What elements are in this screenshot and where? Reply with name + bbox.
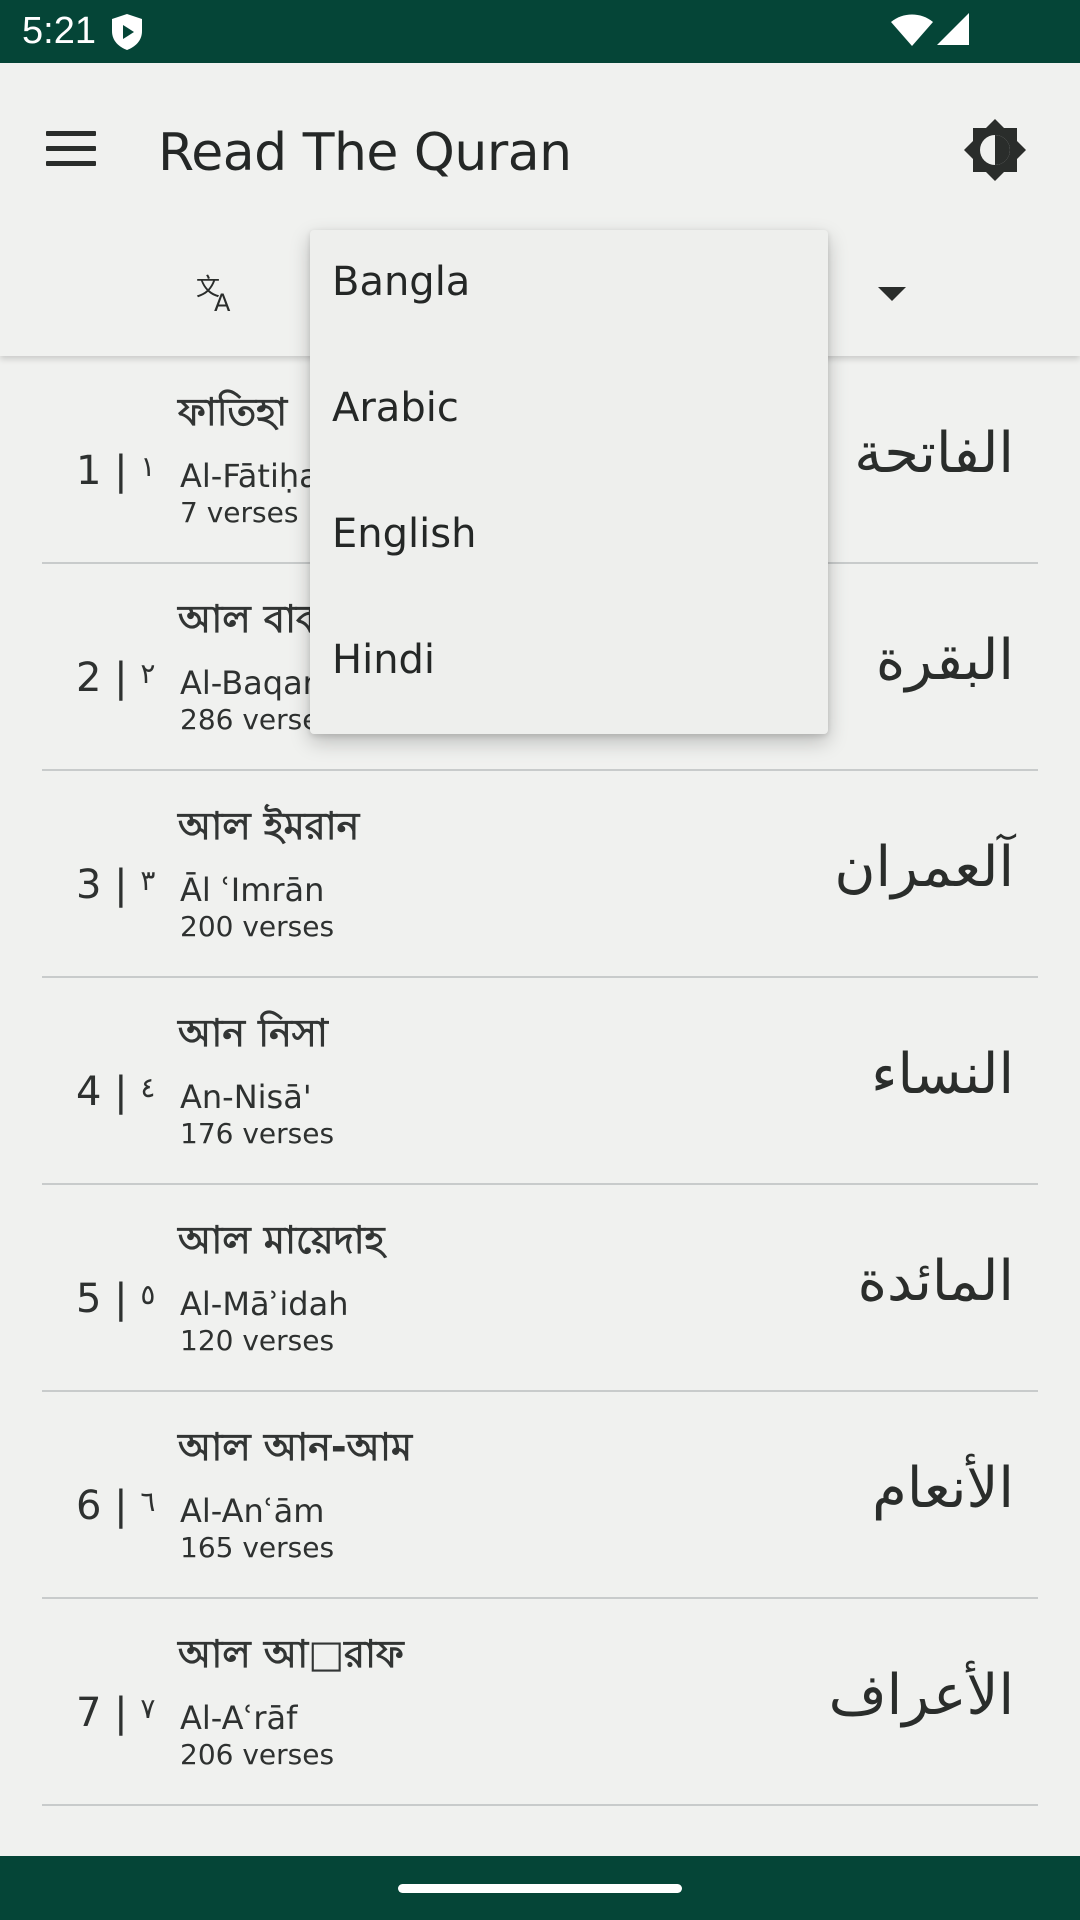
surah-number: 2 | ٢ — [76, 655, 156, 701]
surah-number: 7 | ٧ — [76, 1690, 156, 1736]
language-option-bangla[interactable]: Bangla — [332, 232, 802, 332]
surah-arabic-name: المائدة — [857, 1249, 1014, 1314]
surah-verse-count: 165 verses — [180, 1531, 335, 1564]
surah-number: 5 | ٥ — [76, 1276, 156, 1322]
surah-arabic-name: آلعمران — [834, 835, 1014, 900]
surah-arabic-name: الأنعام — [872, 1456, 1014, 1521]
surah-verse-count: 120 verses — [180, 1324, 335, 1357]
surah-arabic-name: البقرة — [875, 628, 1014, 693]
signal-icon — [937, 13, 969, 45]
navigation-bar — [0, 1856, 1080, 1920]
surah-bangla-name: আল মায়েদাহ — [178, 1218, 385, 1262]
surah-row[interactable]: 5 | ٥ আল মায়েদাহ Al-Māʾidah 120 verses … — [42, 1184, 1038, 1392]
status-time: 5:21 — [22, 10, 96, 52]
hamburger-menu-icon[interactable] — [46, 129, 98, 169]
surah-bangla-name: আল আন-আম — [178, 1425, 413, 1469]
page-title: Read The Quran — [158, 123, 572, 183]
svg-text:A: A — [214, 289, 231, 313]
surah-number: 4 | ٤ — [76, 1069, 156, 1115]
surah-transliteration: Āl ʿImrān — [180, 871, 325, 909]
surah-transliteration: Al-Māʾidah — [180, 1285, 349, 1323]
surah-number: 1 | ١ — [76, 448, 156, 494]
status-bar: 5:21 — [0, 0, 1080, 63]
dropdown-arrow-icon[interactable] — [878, 287, 906, 301]
language-option-english[interactable]: English — [332, 484, 802, 584]
surah-bangla-name: আল আ□রাফ — [178, 1632, 404, 1676]
surah-number: 3 | ٣ — [76, 862, 156, 908]
surah-verse-count: 206 verses — [180, 1738, 335, 1771]
wifi-icon — [891, 14, 933, 46]
surah-bangla-name: আন নিসা — [178, 1011, 328, 1055]
surah-bangla-name: ফাতিহা — [178, 390, 288, 434]
surah-number: 6 | ٦ — [76, 1483, 156, 1529]
language-option-hindi[interactable]: Hindi — [332, 610, 802, 710]
surah-verse-count: 176 verses — [180, 1117, 335, 1150]
surah-verse-count: 7 verses — [180, 496, 299, 529]
surah-row[interactable]: 3 | ٣ আল ইমরান Āl ʿImrān 200 verses آلعم… — [42, 770, 1038, 978]
home-gesture-handle[interactable] — [398, 1884, 682, 1893]
translate-icon[interactable]: 文 A — [196, 269, 240, 313]
shield-play-icon — [112, 14, 142, 50]
brightness-icon[interactable] — [960, 115, 1030, 185]
surah-verse-count: 200 verses — [180, 910, 335, 943]
surah-arabic-name: الأعراف — [828, 1663, 1014, 1728]
language-option-arabic[interactable]: Arabic — [332, 358, 802, 458]
surah-transliteration: An-Nisā' — [180, 1078, 312, 1116]
surah-bangla-name: আল ইমরান — [178, 804, 360, 848]
surah-transliteration: Al-Anʿām — [180, 1492, 325, 1530]
surah-row[interactable]: 4 | ٤ আন নিসা An-Nisā' 176 verses النساء — [42, 977, 1038, 1185]
surah-row[interactable]: 7 | ٧ আল আ□রাফ Al-Aʿrāf 206 verses الأعر… — [42, 1598, 1038, 1806]
surah-arabic-name: الفاتحة — [854, 421, 1014, 486]
surah-transliteration: Al-Aʿrāf — [180, 1699, 298, 1737]
language-dropdown-menu: Bangla Arabic English Hindi — [310, 230, 828, 734]
surah-arabic-name: النساء — [871, 1042, 1014, 1107]
surah-row[interactable]: 6 | ٦ আল আন-আম Al-Anʿām 165 verses الأنع… — [42, 1391, 1038, 1599]
